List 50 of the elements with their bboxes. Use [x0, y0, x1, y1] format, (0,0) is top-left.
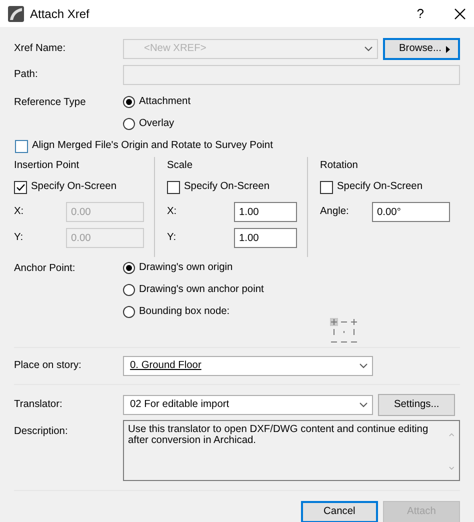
- field-label: Y:: [167, 231, 178, 246]
- checkbox[interactable]: [320, 180, 333, 194]
- triangle-icon: [446, 46, 450, 52]
- radio-label: Overlay: [139, 117, 174, 132]
- group-heading: Rotation: [320, 159, 359, 173]
- field-label: Y:: [14, 231, 24, 246]
- field-label: Translator:: [14, 398, 64, 412]
- radio-button[interactable]: [123, 96, 135, 108]
- group-heading: Scale: [167, 159, 194, 173]
- translator-dropdown[interactable]: 02 For editable import: [123, 395, 373, 415]
- radio-label: Bounding box node:: [139, 305, 230, 320]
- field-label: Xref Name:: [14, 42, 67, 56]
- checkbox[interactable]: [15, 140, 28, 152]
- app-logo-icon: [8, 6, 24, 22]
- chevron-icon: [359, 402, 368, 408]
- field-label: Angle:: [320, 205, 350, 220]
- field-label: X:: [167, 205, 178, 220]
- checkbox[interactable]: [167, 180, 180, 194]
- field-label: Description:: [14, 425, 69, 439]
- chevron-icon: [364, 46, 373, 52]
- help-button[interactable]: ?: [416, 4, 424, 24]
- dialog-button[interactable]: Cancel: [300, 501, 378, 522]
- close-icon[interactable]: [454, 8, 466, 20]
- field-label: Reference Type: [14, 96, 87, 110]
- number-field[interactable]: 1.00: [234, 228, 297, 248]
- checkbox-label: Specify On-Screen: [337, 180, 422, 194]
- field-label: Anchor Point:: [14, 262, 76, 276]
- checkbox-label: Align Merged File's Origin and Rotate to Survey Point: [32, 139, 273, 154]
- window-title: Attach Xref: [30, 6, 90, 22]
- radio-label: Drawing's own anchor point: [139, 283, 264, 298]
- field-label: X:: [14, 205, 25, 220]
- chevron-icon: [359, 363, 368, 369]
- story-dropdown[interactable]: 0. Ground Floor: [123, 356, 373, 376]
- checkbox[interactable]: [14, 180, 27, 194]
- radio-button[interactable]: [123, 284, 135, 296]
- settings-button[interactable]: Settings...: [378, 394, 456, 416]
- field-label: Path:: [14, 68, 39, 82]
- number-field[interactable]: 1.00: [234, 202, 297, 222]
- radio-button[interactable]: [123, 306, 135, 318]
- group-heading: Insertion Point: [14, 159, 80, 173]
- checkbox-label: Specify On-Screen: [31, 180, 116, 194]
- number-field[interactable]: 0.00°: [372, 202, 450, 222]
- radio-label: Drawing's own origin: [139, 261, 233, 276]
- browse-button[interactable]: Browse...: [383, 38, 460, 60]
- description-text: Use this translator to open DXF/DWG content and continue editing after conversion in Archicad.: [127, 423, 430, 448]
- field-label: Place on story:: [14, 359, 82, 374]
- checkbox-label: Specify On-Screen: [184, 180, 270, 194]
- radio-button[interactable]: [123, 118, 135, 130]
- radio-button[interactable]: [123, 262, 135, 274]
- radio-label: Attachment: [139, 95, 191, 110]
